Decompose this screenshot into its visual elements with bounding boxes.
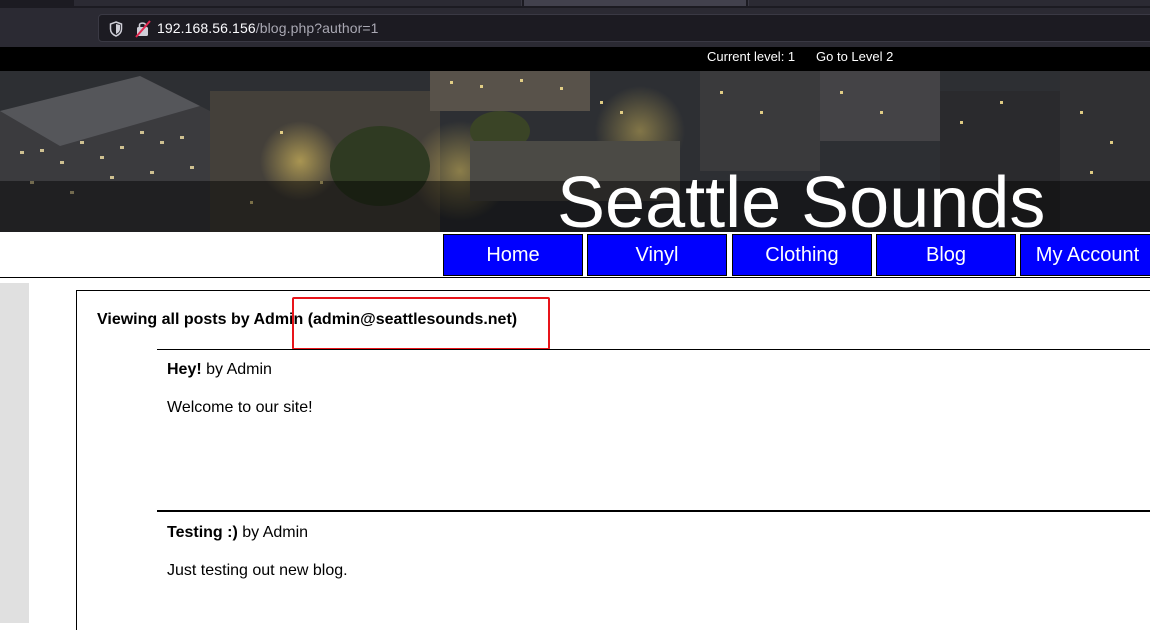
blog-post: Hey! by Admin Welcome to our site! — [157, 349, 1150, 416]
post-title-text: Hey! — [167, 361, 202, 378]
nav-blog[interactable]: Blog — [876, 234, 1016, 276]
address-bar[interactable]: 192.168.56.156/blog.php?author=1 — [98, 14, 1150, 42]
blog-post: Testing :) by Admin Just testing out new… — [157, 510, 1150, 579]
nav-home[interactable]: Home — [443, 234, 583, 276]
nav-clothing[interactable]: Clothing — [732, 234, 872, 276]
browser-tab[interactable] — [748, 0, 1150, 6]
browser-tab-active[interactable] — [524, 0, 746, 6]
url-text[interactable]: 192.168.56.156/blog.php?author=1 — [157, 20, 379, 36]
email-highlight-box — [292, 297, 550, 350]
site-title: Seattle Sounds — [557, 163, 1046, 232]
level-bar: Current level: 1 Go to Level 2 — [0, 47, 1150, 71]
post-title: Testing :) by Admin — [167, 524, 308, 542]
post-byline: by Admin — [201, 361, 272, 378]
insecure-lock-icon[interactable] — [135, 20, 151, 38]
url-path: /blog.php?author=1 — [255, 20, 379, 36]
browser-tab-strip — [0, 0, 1150, 8]
nav-vinyl[interactable]: Vinyl — [587, 234, 727, 276]
post-body: Just testing out new blog. — [167, 562, 348, 579]
browser-tab[interactable] — [74, 0, 522, 6]
browser-toolbar: 192.168.56.156/blog.php?author=1 — [0, 8, 1150, 47]
post-body: Welcome to our site! — [167, 399, 313, 416]
shield-icon[interactable] — [109, 21, 123, 37]
left-gutter — [0, 283, 29, 623]
current-level: Current level: 1 — [707, 49, 796, 64]
post-title-text: Testing :) — [167, 524, 238, 541]
post-byline: by Admin — [237, 524, 309, 541]
url-host: 192.168.56.156 — [157, 20, 256, 36]
go-to-level-link[interactable]: Go to Level 2 — [816, 49, 893, 64]
nav-my-account[interactable]: My Account — [1020, 234, 1150, 276]
main-nav: Home Vinyl Clothing Blog My Account — [0, 232, 1150, 278]
header-banner: Seattle Sounds — [0, 71, 1150, 232]
post-title: Hey! by Admin — [167, 361, 272, 379]
